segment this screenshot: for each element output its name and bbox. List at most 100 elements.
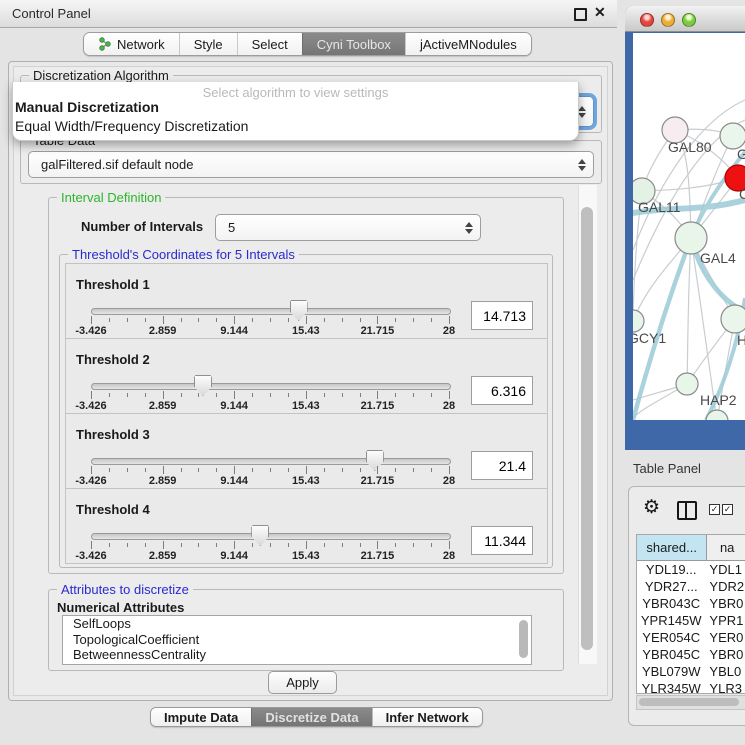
slider-tick-labels: -3.4262.8599.14415.4321.71528 [91, 550, 449, 562]
table-data-combobox[interactable]: galFiltered.sif default node [28, 151, 594, 178]
tab-discretize-data[interactable]: Discretize Data [251, 708, 371, 726]
algorithm-option-equal-width[interactable]: Equal Width/Frequency Discretization [15, 118, 248, 134]
table-cell-name[interactable]: YLR3 [705, 680, 745, 694]
tick-mark [288, 543, 289, 547]
network-icon [98, 37, 111, 51]
tab-discretize-data-label: Discretize Data [265, 710, 358, 725]
close-icon[interactable]: ✕ [594, 4, 606, 21]
float-window-icon[interactable] [574, 8, 587, 21]
tab-jactivemnodules[interactable]: jActiveMNodules [405, 33, 531, 55]
table-cell-shared-name[interactable]: YBR045C [637, 646, 705, 663]
minimize-traffic-light-icon[interactable] [661, 13, 675, 27]
table-cell-shared-name[interactable]: YDR27... [637, 578, 705, 595]
table-row[interactable]: YPR145WYPR1 [637, 612, 745, 629]
table-cell-name[interactable]: YDL1 [705, 561, 745, 578]
combo-arrows-icon[interactable] [578, 106, 586, 118]
tab-network[interactable]: Network [84, 33, 179, 55]
table-panel-title: Table Panel [633, 461, 701, 476]
slider-track[interactable] [91, 533, 451, 540]
threshold-4-value-field[interactable] [471, 526, 533, 555]
slider-track[interactable] [91, 458, 451, 465]
checkbox-icon[interactable]: ✓ [722, 504, 733, 515]
threshold-2-value-field[interactable] [471, 376, 533, 405]
tab-select[interactable]: Select [237, 33, 302, 55]
threshold-3-value-field[interactable] [471, 451, 533, 480]
table-row[interactable]: YBR045CYBR0 [637, 646, 745, 663]
tick-mark [431, 318, 432, 322]
node-gcy1[interactable] [633, 310, 644, 332]
tick-mark [360, 543, 361, 547]
threshold-1-slider[interactable]: -3.4262.8599.14415.4321.71528 [91, 264, 449, 338]
slider-ticks [91, 466, 449, 475]
tick-label: 2.859 [149, 400, 177, 412]
tab-infer-network[interactable]: Infer Network [372, 708, 482, 726]
threshold-4-slider[interactable]: -3.4262.8599.14415.4321.71528 [91, 489, 449, 563]
table-cell-name[interactable]: YPR1 [705, 612, 745, 629]
table-cell-shared-name[interactable]: YBR043C [637, 595, 705, 612]
combo-arrows-icon[interactable] [578, 159, 586, 171]
table-cell-name[interactable]: YBR0 [705, 646, 745, 663]
attribute-list-item[interactable]: SelfLoops [63, 616, 531, 632]
table-cell-name[interactable]: YER0 [705, 629, 745, 646]
table-cell-shared-name[interactable]: YPR145W [637, 612, 705, 629]
tick-mark [145, 468, 146, 472]
close-traffic-light-icon[interactable] [640, 13, 654, 27]
tick-mark [270, 468, 271, 472]
table-cell-name[interactable]: YBL0 [705, 663, 745, 680]
network-canvas[interactable]: GAL80 G C GAL11 GAL4 GCY1 H HAP2 [633, 33, 745, 420]
zoom-traffic-light-icon[interactable] [682, 13, 696, 27]
network-nodes[interactable] [633, 117, 745, 420]
num-intervals-combobox[interactable]: 5 [215, 214, 481, 241]
table-cell-shared-name[interactable]: YBL079W [637, 663, 705, 680]
table-cell-shared-name[interactable]: YER054C [637, 629, 705, 646]
panel-scrollbar-track[interactable] [578, 185, 597, 664]
algorithm-option-manual[interactable]: Manual Discretization [15, 99, 159, 115]
table-row[interactable]: YDL19...YDL1 [637, 561, 745, 578]
node-label-gcy1: GCY1 [633, 330, 666, 346]
tick-mark [395, 318, 396, 322]
table-cell-shared-name[interactable]: YLR345W [637, 680, 705, 694]
tab-cyni-toolbox[interactable]: Cyni Toolbox [302, 33, 405, 55]
checkbox-icon[interactable]: ✓ [709, 504, 720, 515]
split-columns-icon[interactable] [677, 501, 697, 520]
network-node[interactable] [721, 305, 745, 333]
table-cell-name[interactable]: YBR0 [705, 595, 745, 612]
tick-mark [342, 468, 343, 472]
attribute-list-item[interactable]: TopologicalCoefficient [63, 632, 531, 648]
table-row[interactable]: YER054CYER0 [637, 629, 745, 646]
network-window-titlebar [625, 6, 745, 32]
node-label-partial-g: G [737, 146, 745, 162]
threshold-2-slider[interactable]: -3.4262.8599.14415.4321.71528 [91, 339, 449, 413]
numerical-attributes-list[interactable]: SelfLoopsTopologicalCoefficientBetweenne… [62, 615, 532, 665]
tick-mark [324, 318, 325, 322]
table-cell-name[interactable]: YDR2 [705, 578, 745, 595]
table-cell-shared-name[interactable]: YDL19... [637, 561, 705, 578]
tick-mark [109, 393, 110, 397]
panel-scrollbar-thumb[interactable] [581, 207, 593, 650]
table-hscrollbar-thumb[interactable] [639, 698, 739, 706]
tick-mark [163, 541, 164, 549]
table-row[interactable]: YBR043CYBR0 [637, 595, 745, 612]
tab-impute-data[interactable]: Impute Data [151, 708, 251, 726]
table-row[interactable]: YBL079WYBL0 [637, 663, 745, 680]
table-row[interactable]: YDR27...YDR2 [637, 578, 745, 595]
tick-mark [252, 318, 253, 322]
slider-track[interactable] [91, 383, 451, 390]
gear-icon[interactable]: ⚙ [643, 498, 660, 517]
tab-style[interactable]: Style [179, 33, 237, 55]
control-panel-title: Control Panel [12, 6, 91, 21]
column-header-name[interactable]: na [707, 535, 745, 560]
tick-label: -3.426 [75, 400, 106, 412]
apply-button[interactable]: Apply [268, 671, 337, 694]
threshold-3-slider[interactable]: -3.4262.8599.14415.4321.71528 [91, 414, 449, 488]
table-row[interactable]: YLR345WYLR3 [637, 680, 745, 694]
slider-track[interactable] [91, 308, 451, 315]
table-hscrollbar-track[interactable] [636, 695, 745, 710]
combo-arrows-icon[interactable] [465, 222, 473, 234]
threshold-1-value-field[interactable] [471, 301, 533, 330]
node-label-gal4: GAL4 [700, 250, 736, 266]
column-header-shared[interactable]: shared... [637, 535, 707, 560]
node-hap2[interactable] [676, 373, 698, 395]
attributes-scrollbar-thumb[interactable] [519, 620, 528, 658]
attribute-list-item[interactable]: BetweennessCentrality [63, 647, 531, 663]
